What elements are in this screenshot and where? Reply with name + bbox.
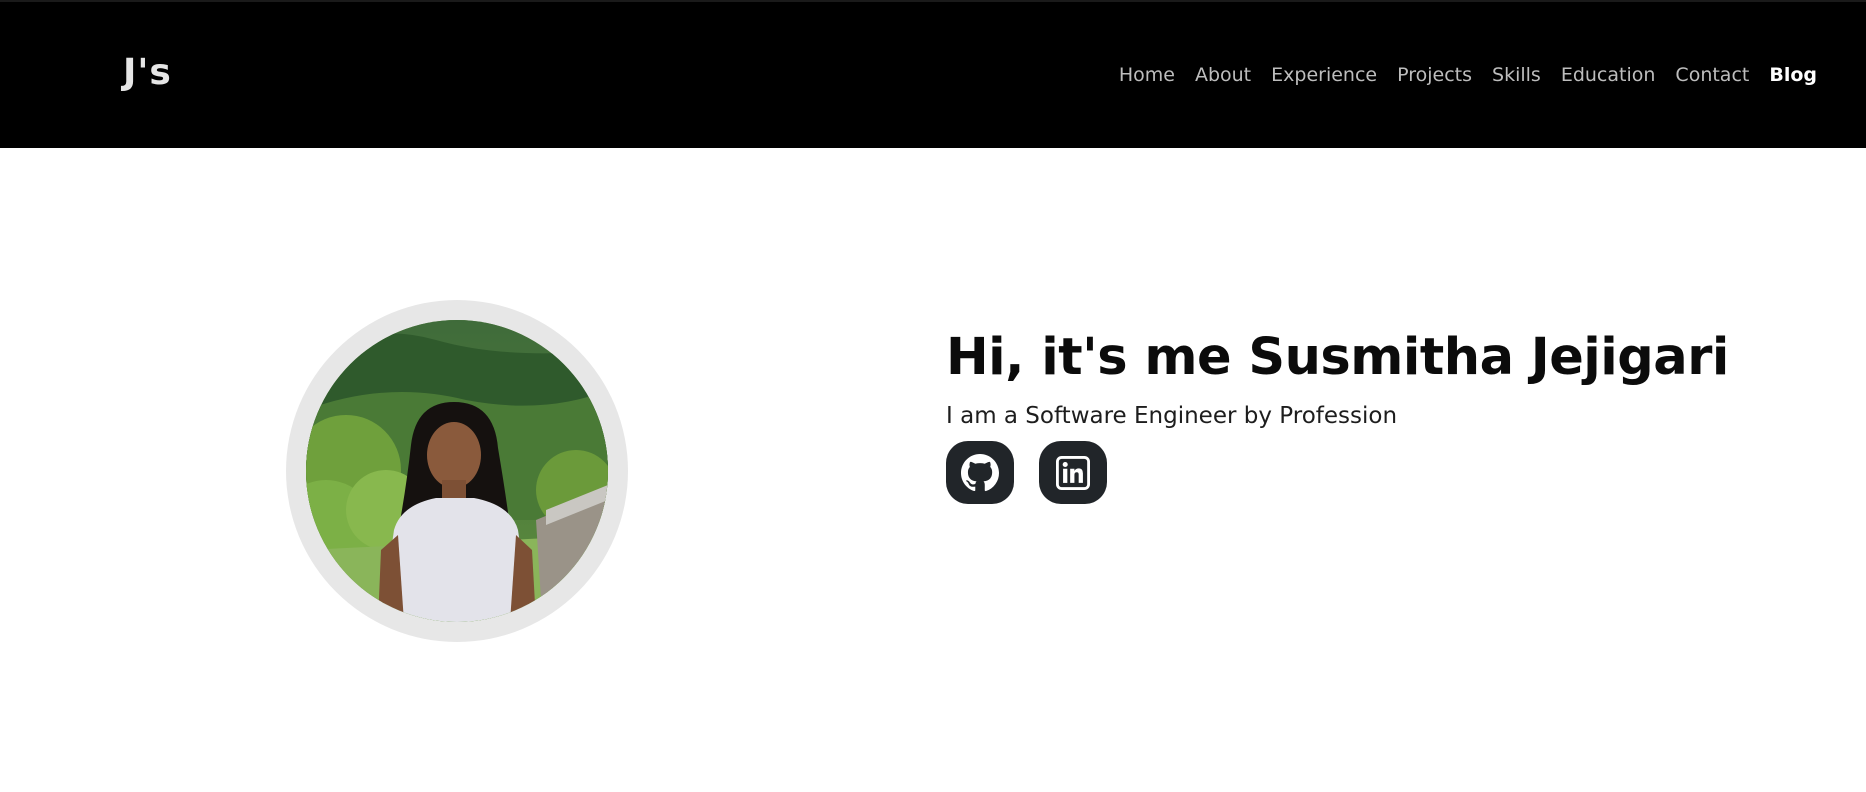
github-icon — [961, 453, 999, 491]
nav-link-contact[interactable]: Contact — [1665, 60, 1759, 90]
nav-link-skills[interactable]: Skills — [1482, 60, 1551, 90]
profile-photo — [306, 320, 608, 622]
nav-link-blog[interactable]: Blog — [1759, 60, 1827, 90]
brand-logo[interactable]: J's — [123, 52, 172, 93]
avatar-frame — [286, 300, 628, 642]
nav-link-projects[interactable]: Projects — [1387, 60, 1482, 90]
hero-section: Hi, it's me Susmitha Jejigari I am a Sof… — [0, 148, 1866, 792]
top-navbar: J's Home About Experience Projects Skill… — [0, 0, 1866, 148]
avatar — [306, 320, 608, 622]
social-links — [946, 441, 1729, 504]
nav-link-education[interactable]: Education — [1551, 60, 1666, 90]
nav-link-home[interactable]: Home — [1109, 60, 1185, 90]
hero-headline: Hi, it's me Susmitha Jejigari — [946, 328, 1729, 387]
linkedin-button[interactable] — [1039, 441, 1107, 504]
nav-link-experience[interactable]: Experience — [1261, 60, 1387, 90]
linkedin-icon — [1056, 455, 1090, 490]
nav-links: Home About Experience Projects Skills Ed… — [1109, 60, 1827, 90]
github-button[interactable] — [946, 441, 1014, 504]
hero-tagline: I am a Software Engineer by Profession — [946, 403, 1398, 429]
intro-block: Hi, it's me Susmitha Jejigari I am a Sof… — [946, 328, 1729, 504]
nav-link-about[interactable]: About — [1185, 60, 1261, 90]
